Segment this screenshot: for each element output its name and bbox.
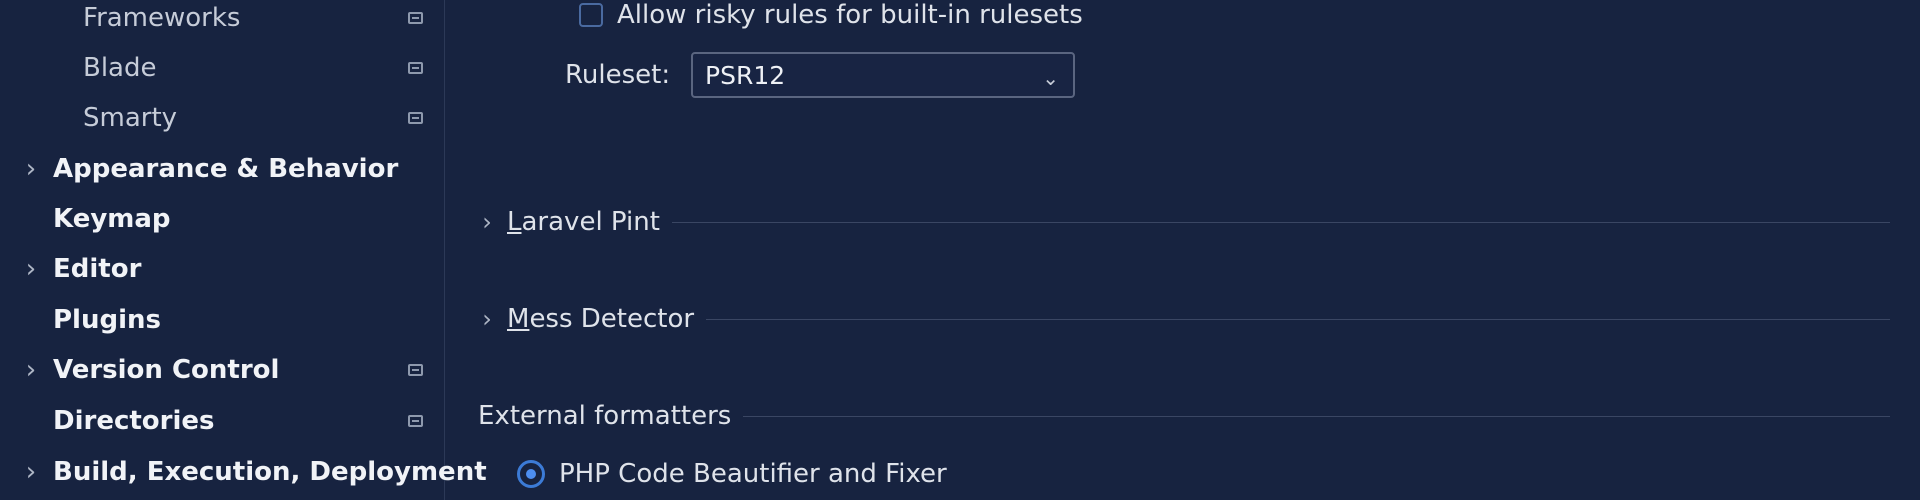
- sidebar-item-version-control[interactable]: › Version Control: [0, 345, 444, 395]
- settings-sidebar: Frameworks Blade Smarty › Appearance & B…: [0, 0, 487, 500]
- sidebar-item-label: Smarty: [83, 103, 178, 133]
- sidebar-item-blade[interactable]: Blade: [0, 43, 444, 93]
- sidebar-item-build-execution-deployment[interactable]: › Build, Execution, Deployment: [0, 447, 487, 497]
- sidebar-item-plugins[interactable]: Plugins: [0, 295, 444, 345]
- risky-rules-checkbox[interactable]: [579, 3, 603, 27]
- project-settings-icon: [408, 112, 423, 124]
- section-title: External formatters: [478, 401, 732, 431]
- sidebar-item-frameworks[interactable]: Frameworks: [0, 0, 444, 43]
- section-laravel-pint[interactable]: › Laravel Pint: [445, 202, 1895, 242]
- sidebar-item-label: Editor: [53, 254, 142, 284]
- section-mess-detector[interactable]: › Mess Detector: [445, 299, 1895, 339]
- chevron-right-icon[interactable]: ›: [475, 208, 499, 236]
- risky-rules-option[interactable]: Allow risky rules for built-in rulesets: [579, 0, 1083, 30]
- sidebar-item-label: Plugins: [53, 305, 161, 335]
- radio-selected-dot: [526, 469, 536, 479]
- settings-main-panel: Allow risky rules for built-in rulesets …: [445, 0, 1920, 500]
- project-settings-icon: [408, 12, 423, 24]
- sidebar-item-label: Version Control: [53, 355, 280, 385]
- section-divider: [706, 318, 1890, 320]
- project-settings-icon: [408, 364, 423, 376]
- php-cs-fixer-label: PHP Code Beautifier and Fixer: [559, 459, 947, 489]
- php-cs-fixer-radio[interactable]: [517, 460, 545, 488]
- section-title: Laravel Pint: [507, 207, 660, 237]
- section-divider: [743, 415, 1890, 417]
- php-cs-fixer-option[interactable]: PHP Code Beautifier and Fixer: [517, 454, 947, 494]
- risky-rules-label: Allow risky rules for built-in rulesets: [617, 0, 1083, 30]
- sidebar-item-label: Build, Execution, Deployment: [53, 457, 487, 487]
- chevron-right-icon[interactable]: ›: [20, 447, 42, 497]
- section-title: Mess Detector: [507, 304, 694, 334]
- sidebar-item-label: Directories: [53, 406, 215, 436]
- section-divider: [671, 221, 1890, 223]
- chevron-right-icon[interactable]: ›: [20, 345, 42, 395]
- chevron-right-icon[interactable]: ›: [20, 144, 42, 194]
- chevron-down-icon: ⌄: [1042, 66, 1059, 90]
- chevron-right-icon[interactable]: ›: [20, 244, 42, 294]
- ruleset-label: Ruleset:: [565, 60, 671, 90]
- sidebar-item-editor[interactable]: › Editor: [0, 244, 444, 294]
- project-settings-icon: [408, 62, 423, 74]
- sidebar-item-keymap[interactable]: Keymap: [0, 194, 444, 244]
- section-title-rest: ess Detector: [529, 304, 695, 334]
- sidebar-item-label: Keymap: [53, 204, 171, 234]
- sidebar-item-label: Frameworks: [83, 3, 241, 33]
- mnemonic-letter: L: [507, 207, 522, 237]
- section-title-rest: aravel Pint: [521, 207, 660, 237]
- ruleset-selected-value: PSR12: [705, 60, 786, 90]
- chevron-right-icon[interactable]: ›: [475, 305, 499, 333]
- sidebar-item-smarty[interactable]: Smarty: [0, 93, 444, 143]
- sidebar-item-label: Blade: [83, 53, 157, 83]
- project-settings-icon: [408, 415, 423, 427]
- sidebar-item-label: Appearance & Behavior: [53, 154, 399, 184]
- sidebar-item-directories[interactable]: Directories: [0, 396, 444, 446]
- section-external-formatters: External formatters: [445, 396, 1895, 436]
- sidebar-item-appearance-behavior[interactable]: › Appearance & Behavior: [0, 144, 444, 194]
- ruleset-dropdown[interactable]: PSR12 ⌄: [691, 52, 1075, 98]
- mnemonic-letter: M: [507, 304, 530, 334]
- ruleset-row: Ruleset: PSR12 ⌄: [565, 52, 1075, 98]
